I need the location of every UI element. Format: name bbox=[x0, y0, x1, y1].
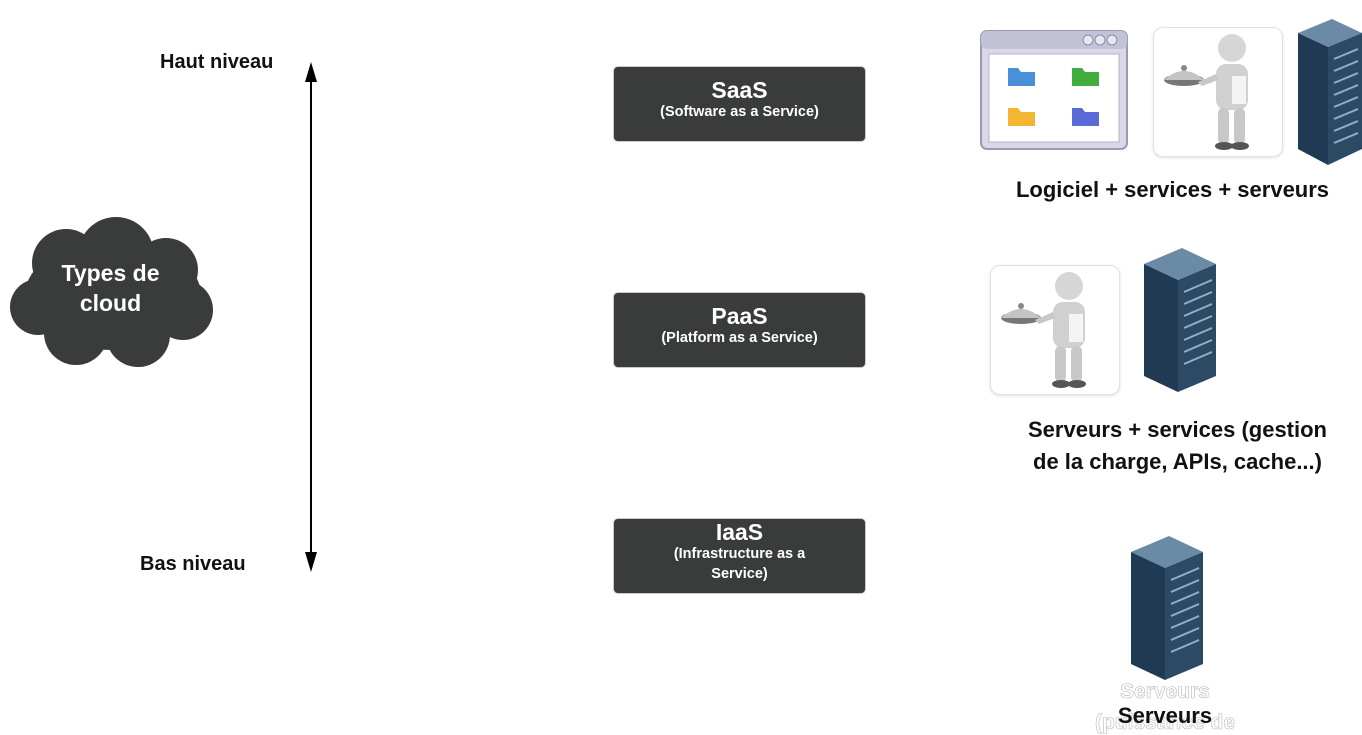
iaas-name: IaaS bbox=[715, 519, 764, 545]
server-rack-icon bbox=[1131, 536, 1203, 680]
server-rack-icon bbox=[1298, 19, 1362, 165]
saas-name: SaaS bbox=[711, 77, 768, 103]
iaas-box: IaaS (Infrastructure as a Service) bbox=[614, 519, 865, 593]
iaas-caption: Serveurs bbox=[1117, 703, 1213, 728]
waiter-icon bbox=[1001, 272, 1086, 388]
waiter-tile-paas bbox=[990, 265, 1120, 395]
waiter-icon bbox=[1164, 34, 1249, 150]
paas-caption: Serveurs + services (gestion de la charg… bbox=[995, 414, 1360, 478]
application-window-icon bbox=[980, 30, 1128, 150]
axis-top-label: Haut niveau bbox=[160, 51, 274, 73]
paas-box: PaaS (Platform as a Service) bbox=[614, 293, 865, 367]
axis-bottom-label: Bas niveau bbox=[140, 553, 246, 575]
iaas-description-line1: (Infrastructure as a bbox=[673, 546, 806, 562]
iaas-description-line2: Service) bbox=[711, 566, 768, 582]
cloud-label-line2: cloud bbox=[79, 290, 142, 316]
paas-name: PaaS bbox=[711, 303, 768, 329]
level-axis-arrow bbox=[305, 62, 317, 572]
cloud-label-line1: Types de bbox=[61, 260, 160, 286]
paas-caption-line2: de la charge, APIs, cache...) bbox=[1033, 449, 1322, 474]
server-rack-icon bbox=[1144, 248, 1216, 392]
cloud-label: Types de cloud bbox=[8, 258, 213, 318]
paas-caption-line1: Serveurs + services (gestion bbox=[1028, 417, 1327, 442]
waiter-tile-saas bbox=[1153, 27, 1283, 157]
saas-caption: Logiciel + services + serveurs bbox=[1015, 177, 1330, 202]
paas-description: (Platform as a Service) bbox=[661, 330, 818, 346]
saas-description: (Software as a Service) bbox=[660, 104, 819, 120]
saas-box: SaaS (Software as a Service) bbox=[614, 67, 865, 141]
